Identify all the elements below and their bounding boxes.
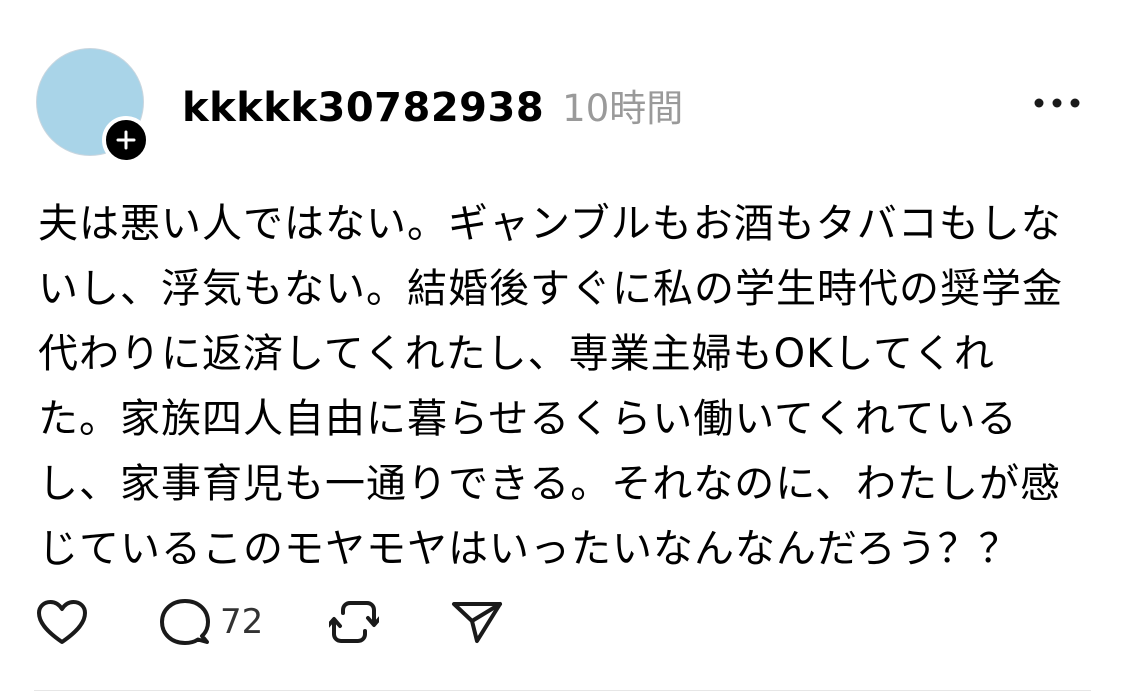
post-header: kkkkk30782938 10時間	[182, 78, 683, 132]
divider	[34, 690, 1091, 691]
more-horizontal-icon	[1034, 98, 1080, 108]
timestamp[interactable]: 10時間	[562, 78, 683, 132]
username[interactable]: kkkkk30782938	[182, 85, 544, 131]
send-icon	[452, 602, 503, 643]
share-button[interactable]	[451, 599, 503, 645]
repost-icon	[329, 601, 380, 643]
repost-button[interactable]	[329, 598, 380, 646]
plus-icon	[116, 130, 136, 150]
action-bar: 72	[36, 596, 503, 648]
post-body: 夫は悪い人ではない。ギャンブルもお酒もタバコもしな いし、浮気もない。結婚後すぐ…	[38, 201, 1063, 572]
speech-bubble-icon	[160, 599, 210, 645]
thread-post: kkkkk30782938 10時間 夫は悪い人ではない。ギャンブルもお酒もタバ…	[0, 0, 1125, 700]
follow-button[interactable]	[102, 116, 150, 164]
reply-count: 72	[220, 602, 264, 642]
more-options-button[interactable]	[1030, 88, 1084, 118]
like-button[interactable]	[36, 599, 88, 645]
reply-button[interactable]: 72	[160, 598, 263, 646]
heart-icon	[37, 600, 87, 644]
